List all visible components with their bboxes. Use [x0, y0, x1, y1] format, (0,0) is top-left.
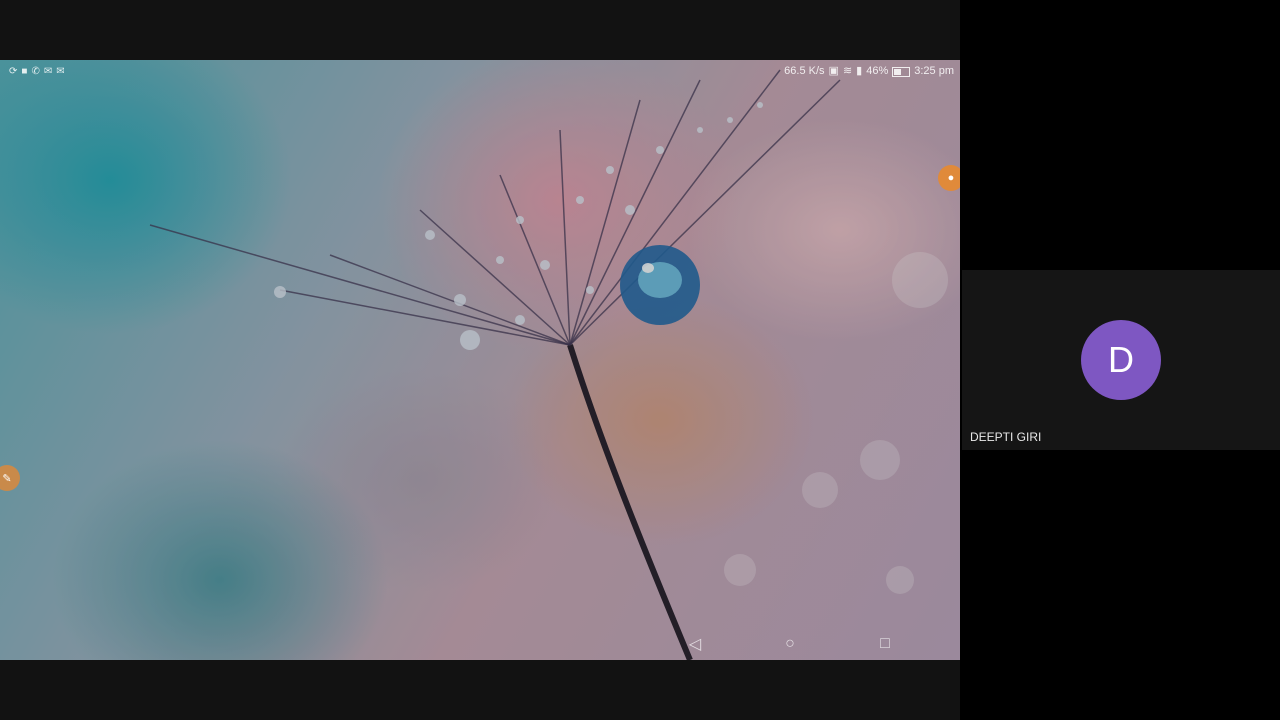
back-icon: ◁ — [688, 636, 702, 653]
pen-icon: ✎ — [2, 472, 12, 485]
android-nav-bar: ◁ ○ □ — [680, 628, 900, 660]
nav-home-button[interactable]: ○ — [775, 629, 805, 659]
nav-recents-button[interactable]: □ — [870, 629, 900, 659]
participant-name: DEEPTI GIRI — [970, 430, 1042, 444]
participant-tile[interactable]: D DEEPTI GIRI — [962, 270, 1280, 450]
status-notification-icons: ⟳ ■ ✆ ✉ ✉ — [9, 66, 65, 78]
screen-record-float-button[interactable]: ● — [938, 165, 960, 191]
nfc-icon: ▣ — [828, 65, 839, 77]
status-system-icons: 66.5 K/s ▣ ≋ ▮ 46% 3:25 pm — [784, 65, 954, 78]
signal-icon: ▮ — [856, 65, 863, 77]
mail-icon: ✉ — [56, 66, 65, 77]
mail-icon: ✉ — [43, 66, 53, 77]
battery-icon — [892, 66, 911, 77]
wifi-icon: ≋ — [842, 65, 853, 77]
avatar: D — [1081, 320, 1161, 400]
nav-back-button[interactable]: ◁ — [680, 629, 710, 659]
recents-icon: □ — [880, 635, 890, 652]
video-icon: ■ — [21, 66, 28, 77]
shared-screen-stage: ⟳ ■ ✆ ✉ ✉ 66.5 K/s ▣ ≋ ▮ 46% 3:25 pm ● ✎ — [0, 0, 960, 720]
home-icon: ○ — [785, 635, 795, 652]
record-icon: ● — [947, 172, 955, 184]
network-speed: 66.5 K/s — [784, 65, 825, 77]
screen-dim-overlay — [0, 60, 960, 660]
status-time: 3:25 pm — [914, 65, 954, 77]
sync-icon: ⟳ — [9, 66, 18, 77]
phone-icon: ✆ — [31, 66, 40, 77]
battery-percent: 46% — [866, 65, 889, 77]
android-status-bar: ⟳ ■ ✆ ✉ ✉ 66.5 K/s ▣ ≋ ▮ 46% 3:25 pm — [0, 60, 960, 84]
shared-phone-screen: ⟳ ■ ✆ ✉ ✉ 66.5 K/s ▣ ≋ ▮ 46% 3:25 pm ● ✎ — [0, 60, 960, 660]
